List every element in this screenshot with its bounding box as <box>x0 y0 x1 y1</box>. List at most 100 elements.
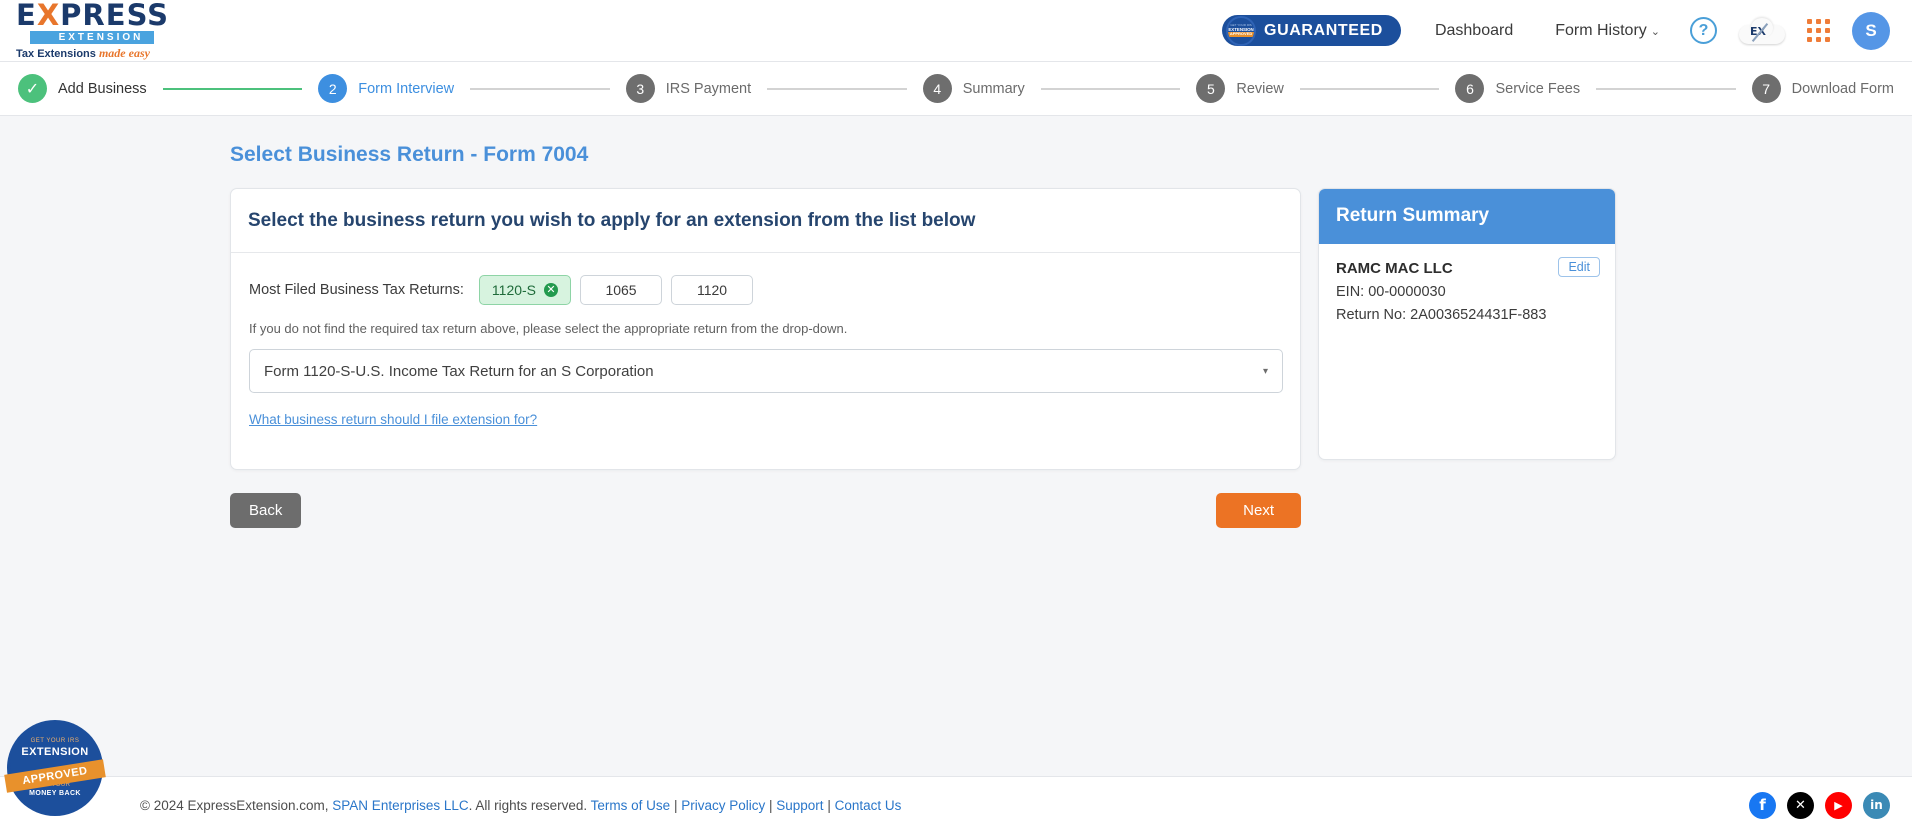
dropdown-hint: If you do not find the required tax retu… <box>249 321 1282 336</box>
terms-of-use-link[interactable]: Terms of Use <box>591 798 671 813</box>
return-summary-title: Return Summary <box>1319 189 1615 244</box>
footer-sep: | <box>824 798 835 813</box>
card-heading: Select the business return you wish to a… <box>231 189 1300 253</box>
logo-extension-band: EXTENSION <box>30 31 154 44</box>
most-filed-row: Most Filed Business Tax Returns: 1120-S ✕… <box>249 275 1282 305</box>
content-row: Select the business return you wish to a… <box>230 188 1912 470</box>
brand-logo[interactable]: EXPRESS EXTENSION Tax Extensions made ea… <box>16 1 169 61</box>
grid-dot <box>1825 37 1830 42</box>
stepper-step-number: ✓ <box>18 74 47 103</box>
return-pill-1120-s[interactable]: 1120-S ✕ <box>479 275 571 305</box>
cloud-icon: EX <box>1739 17 1785 45</box>
return-pill-label: 1120-S <box>492 282 536 298</box>
stepper-step-label: Download Form <box>1792 81 1894 97</box>
social-links: f ✕ ▶ in <box>1749 792 1890 819</box>
nav-dashboard[interactable]: Dashboard <box>1435 22 1513 40</box>
footer-sep: | <box>670 798 681 813</box>
most-filed-label: Most Filed Business Tax Returns: <box>249 282 464 298</box>
nav-form-history[interactable]: Form History⌄ <box>1555 22 1660 40</box>
stepper-step-review[interactable]: 5 Review <box>1196 74 1284 103</box>
stepper-step-label: Service Fees <box>1495 81 1580 97</box>
help-button[interactable]: ? <box>1690 17 1717 44</box>
stepper-step-label: Form Interview <box>358 81 454 97</box>
guarantee-seal-line3: APPROVED <box>1228 32 1254 37</box>
copyright-post: . All rights reserved. <box>469 798 591 813</box>
contact-us-link[interactable]: Contact Us <box>835 798 902 813</box>
guarantee-seal-icon: GET YOUR IRS EXTENSION APPROVED <box>1226 16 1256 46</box>
support-link[interactable]: Support <box>776 798 823 813</box>
page-title: Select Business Return - Form 7004 <box>230 143 1912 167</box>
return-summary-panel: Return Summary Edit RAMC MAC LLC EIN: 00… <box>1318 188 1616 460</box>
return-pill-1065[interactable]: 1065 <box>580 275 662 305</box>
app-header: EXPRESS EXTENSION Tax Extensions made ea… <box>0 0 1912 62</box>
guaranteed-badge: GET YOUR IRS EXTENSION APPROVED GUARANTE… <box>1222 15 1401 46</box>
stepper-connector <box>1596 88 1736 90</box>
logo-tagline-italic: made easy <box>99 46 150 60</box>
grid-dot <box>1825 19 1830 24</box>
logo-wordmark: EXPRESS <box>16 1 169 30</box>
youtube-icon[interactable]: ▶ <box>1825 792 1852 819</box>
select-return-card: Select the business return you wish to a… <box>230 188 1301 470</box>
form-actions: Back Next <box>230 493 1301 528</box>
cloud-app-button[interactable]: EX <box>1739 17 1785 45</box>
grid-dot <box>1816 19 1821 24</box>
stepper-step-form-interview[interactable]: 2 Form Interview <box>318 74 454 103</box>
grid-dot <box>1816 37 1821 42</box>
stepper-step-number: 4 <box>923 74 952 103</box>
nav-dashboard-label: Dashboard <box>1435 22 1513 39</box>
guaranteed-label: GUARANTEED <box>1264 22 1383 40</box>
logo-text-x: X <box>37 0 60 32</box>
stepper-step-label: Review <box>1236 81 1284 97</box>
stepper-step-download-form[interactable]: 7 Download Form <box>1752 74 1894 103</box>
logo-text-pre: E <box>16 0 37 32</box>
return-pill-1120[interactable]: 1120 <box>671 275 753 305</box>
summary-return-no: Return No: 2A0036524431F-883 <box>1336 307 1600 323</box>
footer-sep: | <box>765 798 776 813</box>
avatar-initial: S <box>1865 21 1876 41</box>
stepper-step-number: 7 <box>1752 74 1781 103</box>
logo-tagline-strong: Tax Extensions <box>16 48 96 60</box>
return-type-select[interactable]: Form 1120-S-U.S. Income Tax Return for a… <box>249 349 1283 393</box>
question-mark-icon: ? <box>1690 17 1717 44</box>
chevron-down-icon: ▾ <box>1263 366 1268 377</box>
stepper-step-irs-payment[interactable]: 3IRS Payment <box>626 74 751 103</box>
stepper-step-summary[interactable]: 4Summary <box>923 74 1025 103</box>
copyright-pre: © 2024 ExpressExtension.com, <box>140 798 332 813</box>
span-enterprises-link[interactable]: SPAN Enterprises LLC <box>332 798 468 813</box>
return-pill-label: 1120 <box>697 282 727 298</box>
avatar[interactable]: S <box>1852 12 1890 50</box>
next-button[interactable]: Next <box>1216 493 1301 528</box>
stepper-step-number: 6 <box>1455 74 1484 103</box>
apps-grid-button[interactable] <box>1807 19 1830 42</box>
linkedin-icon[interactable]: in <box>1863 792 1890 819</box>
seal-line4: MONEY BACK <box>29 790 81 799</box>
money-back-seal: GET YOUR IRS EXTENSION OR YOUR MONEY BAC… <box>10 723 107 820</box>
return-summary-body: Edit RAMC MAC LLC EIN: 00-0000030 Return… <box>1319 244 1615 323</box>
which-return-help-link[interactable]: What business return should I file exten… <box>249 412 537 427</box>
seal-line1: GET YOUR IRS <box>31 738 80 746</box>
back-button[interactable]: Back <box>230 493 301 528</box>
privacy-policy-link[interactable]: Privacy Policy <box>681 798 765 813</box>
stepper-step-service-fees[interactable]: 6 Service Fees <box>1455 74 1580 103</box>
seal-line2: EXTENSION <box>21 746 88 760</box>
grid-dot <box>1807 19 1812 24</box>
apps-grid-icon <box>1807 19 1830 42</box>
edit-button[interactable]: Edit <box>1558 257 1600 277</box>
summary-ein: EIN: 00-0000030 <box>1336 284 1600 300</box>
footer-copyright: © 2024 ExpressExtension.com, SPAN Enterp… <box>140 798 901 813</box>
stepper-step-add-business[interactable]: ✓Add Business <box>18 74 147 103</box>
stepper-step-number: 2 <box>318 74 347 103</box>
stepper-connector <box>163 88 303 90</box>
grid-dot <box>1807 28 1812 33</box>
x-twitter-icon[interactable]: ✕ <box>1787 792 1814 819</box>
return-pill-label: 1065 <box>605 282 636 298</box>
stepper-connector <box>767 88 907 90</box>
facebook-icon[interactable]: f <box>1749 792 1776 819</box>
close-icon[interactable]: ✕ <box>544 283 558 297</box>
grid-dot <box>1816 28 1821 33</box>
grid-dot <box>1825 28 1830 33</box>
app-footer: GET YOUR IRS EXTENSION OR YOUR MONEY BAC… <box>0 776 1912 833</box>
stepper-step-number: 5 <box>1196 74 1225 103</box>
nav-form-history-label: Form History <box>1555 22 1647 39</box>
stepper-connector <box>470 88 610 90</box>
